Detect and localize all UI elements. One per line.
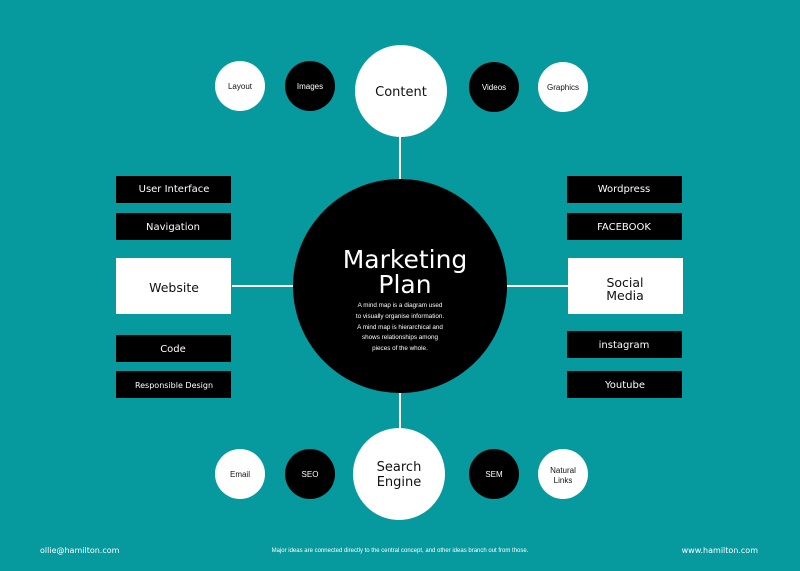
- center-description-line-1: A mind map is a diagram used: [358, 302, 443, 309]
- center-description-line-2: to visually organise information.: [356, 313, 444, 320]
- branch-website: User Interface Navigation Website Code R…: [116, 176, 231, 398]
- subnode-videos-label: Videos: [482, 83, 506, 92]
- subnode-code-label: Code: [160, 344, 186, 355]
- branch-social-media: Wordpress FACEBOOK Social Media instagra…: [567, 176, 683, 398]
- footer-note: Major ideas are connected directly to th…: [271, 548, 529, 554]
- subnode-facebook-label: FACEBOOK: [597, 222, 651, 233]
- major-node-social-media-line-2: Media: [606, 288, 644, 303]
- subnode-natural-links-line-1: Natural: [550, 466, 576, 475]
- subnode-natural-links-line-2: Links: [554, 476, 573, 485]
- subnode-email-label: Email: [230, 470, 250, 479]
- subnode-wordpress-label: Wordpress: [598, 184, 651, 195]
- subnode-sem-label: SEM: [485, 470, 503, 479]
- center-title-line-2: Plan: [378, 270, 431, 299]
- subnode-layout-label: Layout: [228, 82, 253, 91]
- subnode-graphics-label: Graphics: [547, 83, 579, 92]
- subnode-navigation-label: Navigation: [146, 222, 200, 233]
- subnode-images-label: Images: [297, 82, 323, 91]
- footer-website: www.hamilton.com: [681, 546, 758, 555]
- subnode-instagram-label: instagram: [599, 340, 650, 351]
- major-node-search-engine-line-2: Engine: [377, 475, 422, 490]
- center-description-line-5: pieces of the whole.: [372, 345, 428, 352]
- branch-content: Content Layout Images Videos Graphics: [215, 45, 588, 137]
- center-description-line-3: A mind map is hierarchical and: [357, 324, 443, 331]
- branch-search-engine: Search Engine Email SEO SEM Natural Link…: [215, 428, 588, 520]
- major-node-website-label: Website: [149, 280, 199, 295]
- major-node-search-engine-line-1: Search: [377, 460, 422, 475]
- subnode-user-interface-label: User Interface: [139, 184, 210, 195]
- mind-map-diagram: Marketing Plan A mind map is a diagram u…: [116, 45, 683, 520]
- major-node-content-label: Content: [375, 85, 427, 100]
- subnode-seo-label: SEO: [302, 470, 319, 479]
- central-concept: Marketing Plan A mind map is a diagram u…: [293, 179, 507, 393]
- subnode-responsible-design-label: Responsible Design: [135, 381, 213, 390]
- center-description-line-4: shows relationships among: [362, 334, 438, 341]
- subnode-youtube-label: Youtube: [604, 380, 645, 391]
